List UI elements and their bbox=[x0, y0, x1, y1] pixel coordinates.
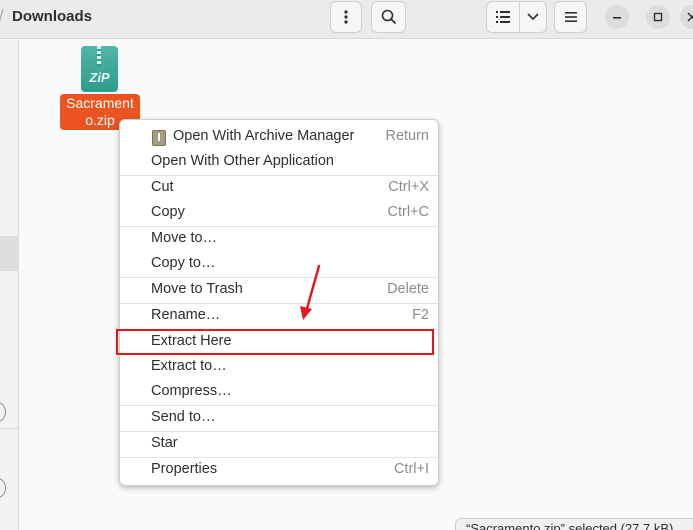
menu-item-accelerator: Ctrl+X bbox=[388, 179, 429, 195]
menu-item-accelerator: Delete bbox=[387, 281, 429, 297]
search-icon bbox=[381, 9, 396, 25]
view-mode-button[interactable] bbox=[486, 1, 520, 33]
view-options-dropdown[interactable] bbox=[519, 1, 547, 33]
minimize-button[interactable] bbox=[605, 5, 629, 29]
vertical-dots-icon bbox=[344, 10, 348, 24]
menu-item-accelerator: Return bbox=[385, 128, 429, 144]
menu-item-label: Cut bbox=[151, 179, 174, 195]
menu-item-compress[interactable]: Compress… bbox=[120, 380, 438, 405]
menu-item-copy-to[interactable]: Copy to… bbox=[120, 252, 438, 277]
menu-item-label: Move to… bbox=[151, 230, 218, 246]
menu-item-accelerator: Ctrl+C bbox=[387, 204, 430, 220]
menu-item-label: Compress… bbox=[151, 383, 232, 399]
menu-item-label: Properties bbox=[151, 461, 218, 477]
selection-status-overlay: “Sacramento.zip” selected (27.7 kB) bbox=[455, 518, 693, 530]
menu-item-label: Extract to… bbox=[151, 358, 227, 374]
chevron-down-icon bbox=[527, 13, 539, 21]
zip-stripe bbox=[97, 46, 101, 66]
hamburger-menu-icon bbox=[564, 12, 577, 22]
search-button[interactable] bbox=[371, 1, 406, 33]
location-label[interactable]: Downloads bbox=[12, 8, 92, 25]
menu-item-label: Star bbox=[151, 435, 178, 451]
minimize-icon bbox=[613, 17, 621, 19]
menu-item-label: Open With Other Application bbox=[151, 153, 334, 169]
header-bar: Downloads bbox=[0, 0, 693, 39]
path-separator bbox=[0, 9, 5, 27]
menu-item-accelerator: Ctrl+I bbox=[393, 461, 429, 477]
menu-item-label: Rename… bbox=[151, 307, 221, 323]
menu-item-label: Open With Archive Manager bbox=[173, 128, 355, 144]
menu-item-copy[interactable]: Copy Ctrl+C bbox=[120, 201, 438, 226]
menu-item-move-to-trash[interactable]: Move to Trash Delete bbox=[120, 278, 438, 303]
menu-item-open-with-other-application[interactable]: Open With Other Application bbox=[120, 150, 438, 175]
menu-item-open-with-archive-manager[interactable]: Open With Archive Manager Return bbox=[120, 125, 438, 150]
menu-item-label: Move to Trash bbox=[151, 281, 243, 297]
main-menu-button[interactable] bbox=[554, 1, 587, 33]
sidebar-item-downloads[interactable] bbox=[0, 236, 19, 271]
close-button[interactable] bbox=[680, 5, 693, 29]
menu-item-cut[interactable]: Cut Ctrl+X bbox=[120, 176, 438, 201]
menu-item-move-to[interactable]: Move to… bbox=[120, 227, 438, 252]
menu-item-label: Copy to… bbox=[151, 255, 216, 271]
menu-item-rename[interactable]: Rename… F2 bbox=[120, 304, 438, 329]
file-name-line1: Sacrament bbox=[66, 95, 134, 111]
maximize-button[interactable] bbox=[646, 5, 670, 29]
maximize-icon bbox=[653, 12, 663, 22]
annotation-arrow-icon bbox=[300, 264, 321, 320]
menu-item-send-to[interactable]: Send to… bbox=[120, 406, 438, 431]
zip-file-icon: ZiP bbox=[81, 46, 118, 92]
menu-item-label: Copy bbox=[151, 204, 185, 220]
close-icon bbox=[687, 12, 693, 22]
sidebar-eject-icon[interactable] bbox=[0, 401, 6, 423]
archive-manager-icon bbox=[152, 130, 166, 146]
context-menu: Open With Archive Manager Return Open Wi… bbox=[119, 119, 439, 486]
list-view-icon bbox=[496, 11, 510, 23]
menu-item-star[interactable]: Star bbox=[120, 432, 438, 457]
sidebar-divider bbox=[0, 428, 19, 429]
annotation-highlight-box bbox=[116, 329, 434, 355]
more-options-button[interactable] bbox=[330, 1, 362, 33]
menu-item-accelerator: F2 bbox=[412, 307, 429, 323]
menu-item-properties[interactable]: Properties Ctrl+I bbox=[120, 458, 438, 483]
menu-item-extract-to[interactable]: Extract to… bbox=[120, 355, 438, 380]
menu-item-label: Send to… bbox=[151, 409, 216, 425]
sidebar-eject-icon[interactable] bbox=[0, 477, 6, 499]
sidebar bbox=[0, 40, 19, 530]
zip-icon-text: ZiP bbox=[89, 70, 110, 85]
